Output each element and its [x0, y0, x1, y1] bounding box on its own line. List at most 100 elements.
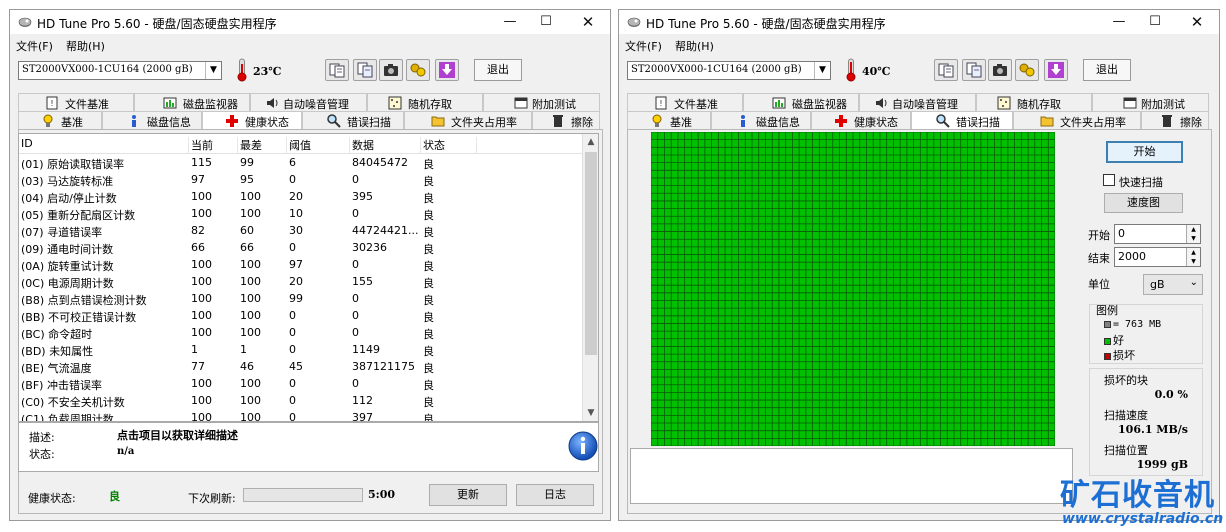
- minimize-button[interactable]: —: [492, 10, 528, 34]
- file-icon: !: [655, 96, 667, 110]
- tab-error-scan[interactable]: 错误扫描: [302, 111, 404, 129]
- title-bar[interactable]: HD Tune Pro 5.60 - 硬盘/固态硬盘实用程序 — ☐ ✕: [619, 10, 1219, 34]
- table-row[interactable]: (B8) 点到点错误检测计数 100 100 99 0 良: [19, 291, 584, 308]
- menu-file[interactable]: 文件(F): [16, 38, 53, 54]
- scroll-down-icon[interactable]: ▼: [583, 405, 598, 421]
- screenshot-button[interactable]: [988, 59, 1012, 81]
- vertical-scrollbar[interactable]: ▲ ▼: [582, 134, 598, 421]
- spin-down-icon[interactable]: ▼: [1186, 234, 1200, 243]
- screenshot-button[interactable]: [379, 59, 403, 81]
- tab-disk-monitor[interactable]: 磁盘监视器: [743, 93, 859, 111]
- bulb-icon: [43, 114, 53, 127]
- scan-log-area: [630, 448, 1073, 504]
- title-bar[interactable]: HD Tune Pro 5.60 - 硬盘/固态硬盘实用程序 — ☐ ✕: [10, 10, 610, 34]
- tab-erase[interactable]: 擦除: [532, 111, 600, 129]
- speed-map-button[interactable]: 速度图: [1104, 193, 1183, 213]
- scroll-up-icon[interactable]: ▲: [583, 134, 598, 150]
- table-row[interactable]: (BB) 不可校正错误计数 100 100 0 0 良: [19, 308, 584, 325]
- end-input[interactable]: 2000 ▲ ▼: [1114, 247, 1201, 267]
- save-button[interactable]: [1044, 59, 1068, 81]
- drive-select[interactable]: ST2000VX000-1CU164 (2000 gB) ▼: [627, 61, 831, 80]
- table-row[interactable]: (09) 通电时间计数 66 66 0 30236 良: [19, 240, 584, 257]
- tab-file-benchmark[interactable]: ! 文件基准: [627, 93, 743, 111]
- tab-error-scan[interactable]: 错误扫描: [911, 111, 1013, 129]
- copy-all-button[interactable]: [353, 59, 377, 81]
- maximize-button[interactable]: ☐: [528, 10, 564, 34]
- tab-random-access[interactable]: 随机存取: [367, 93, 483, 111]
- copy-info-button[interactable]: [325, 59, 349, 81]
- app-icon: [18, 17, 32, 27]
- tab-disk-monitor[interactable]: 磁盘监视器: [134, 93, 250, 111]
- table-cell: 1: [191, 343, 198, 356]
- spin-up-icon[interactable]: ▲: [1186, 248, 1200, 257]
- table-row[interactable]: (07) 寻道错误率 82 60 30 44724421... 良: [19, 223, 584, 240]
- start-input[interactable]: 0 ▲ ▼: [1114, 224, 1201, 244]
- table-cell: (07) 寻道错误率: [21, 226, 103, 239]
- menu-help[interactable]: 帮助(H): [675, 38, 714, 54]
- quick-scan-checkbox[interactable]: [1103, 174, 1115, 186]
- tab-extra-tests[interactable]: 附加测试: [1092, 93, 1209, 111]
- log-button[interactable]: 日志: [516, 484, 594, 506]
- table-cell: 387121175: [352, 360, 415, 373]
- smart-table[interactable]: ID 当前 最差 阈值 数据 状态 (01) 原始读取错误率 115 99 6 8404…: [18, 133, 599, 422]
- table-row[interactable]: (03) 马达旋转标准 97 95 0 0 良: [19, 172, 584, 189]
- column-header-current[interactable]: 当前: [189, 137, 238, 153]
- table-cell: 良: [423, 328, 434, 341]
- update-button[interactable]: 更新: [429, 484, 507, 506]
- exit-button[interactable]: 退出: [1083, 59, 1131, 81]
- unit-select[interactable]: gB ⌄: [1143, 274, 1203, 295]
- tab-noise-management[interactable]: 自动噪音管理: [250, 93, 367, 111]
- tab-random-access[interactable]: 随机存取: [976, 93, 1092, 111]
- table-row[interactable]: (BF) 冲击错误率 100 100 0 0 良: [19, 376, 584, 393]
- options-icon: [1019, 63, 1035, 77]
- tab-extra-tests[interactable]: 附加测试: [483, 93, 600, 111]
- exit-button[interactable]: 退出: [474, 59, 522, 81]
- column-header-threshold[interactable]: 阈值: [287, 137, 350, 153]
- column-header-status[interactable]: 状态: [421, 137, 477, 153]
- table-cell: 20: [289, 275, 303, 288]
- table-row[interactable]: (0C) 电源周期计数 100 100 20 155 良: [19, 274, 584, 291]
- table-row[interactable]: (C0) 不安全关机计数 100 100 0 112 良: [19, 393, 584, 410]
- scan-position-label: 扫描位置: [1104, 444, 1148, 457]
- table-row[interactable]: (BC) 命令超时 100 100 0 0 良: [19, 325, 584, 342]
- table-row[interactable]: (BD) 未知属性 1 1 0 1149 良: [19, 342, 584, 359]
- copy-info-button[interactable]: [934, 59, 958, 81]
- column-header-data[interactable]: 数据: [350, 137, 421, 153]
- table-row[interactable]: (01) 原始读取错误率 115 99 6 84045472 良: [19, 155, 584, 172]
- spin-up-icon[interactable]: ▲: [1186, 225, 1200, 234]
- save-button[interactable]: [435, 59, 459, 81]
- minimize-button[interactable]: —: [1101, 10, 1137, 34]
- table-row[interactable]: (04) 启动/停止计数 100 100 20 395 良: [19, 189, 584, 206]
- close-button[interactable]: ✕: [1179, 10, 1215, 34]
- table-row[interactable]: (C1) 负载周期计数 100 100 0 397 良: [19, 410, 584, 421]
- tab-health[interactable]: 健康状态: [202, 111, 302, 129]
- tab-file-benchmark[interactable]: ! 文件基准: [18, 93, 134, 111]
- options-button[interactable]: [406, 59, 430, 81]
- tab-benchmark[interactable]: 基准: [18, 111, 102, 129]
- table-row[interactable]: (0A) 旋转重试计数 100 100 97 0 良: [19, 257, 584, 274]
- close-button[interactable]: ✕: [570, 10, 606, 34]
- tab-benchmark[interactable]: 基准: [627, 111, 711, 129]
- tab-noise-management[interactable]: 自动噪音管理: [859, 93, 976, 111]
- maximize-button[interactable]: ☐: [1137, 10, 1173, 34]
- tab-folder-usage[interactable]: 文件夹占用率: [1013, 111, 1141, 129]
- scroll-thumb[interactable]: [585, 152, 597, 355]
- tab-disk-info[interactable]: 磁盘信息: [711, 111, 811, 129]
- menu-file[interactable]: 文件(F): [625, 38, 662, 54]
- column-header-id[interactable]: ID: [19, 137, 189, 153]
- tab-health[interactable]: 健康状态: [811, 111, 911, 129]
- tab-disk-info[interactable]: 磁盘信息: [102, 111, 202, 129]
- table-row[interactable]: (05) 重新分配扇区计数 100 100 10 0 良: [19, 206, 584, 223]
- spin-down-icon[interactable]: ▼: [1186, 257, 1200, 266]
- copy-all-icon: [966, 62, 982, 78]
- drive-select[interactable]: ST2000VX000-1CU164 (2000 gB) ▼: [18, 61, 222, 80]
- tab-folder-usage[interactable]: 文件夹占用率: [404, 111, 532, 129]
- column-header-worst[interactable]: 最差: [238, 137, 287, 153]
- start-scan-button[interactable]: 开始: [1106, 141, 1183, 163]
- menu-help[interactable]: 帮助(H): [66, 38, 105, 54]
- table-row[interactable]: (BE) 气流温度 77 46 45 387121175 良: [19, 359, 584, 376]
- options-button[interactable]: [1015, 59, 1039, 81]
- copy-all-button[interactable]: [962, 59, 986, 81]
- table-cell: 30: [289, 224, 303, 237]
- tab-erase[interactable]: 擦除: [1141, 111, 1209, 129]
